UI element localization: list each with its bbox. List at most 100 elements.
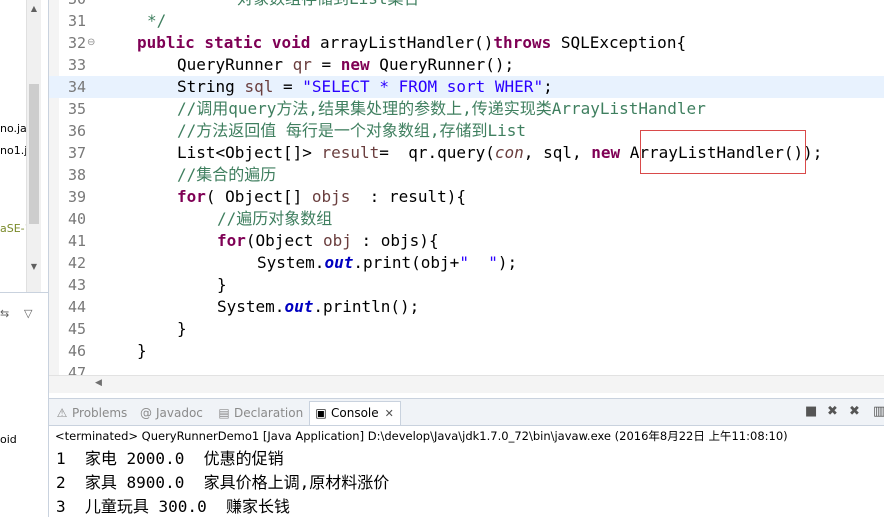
line-number: 44 bbox=[67, 298, 86, 316]
line-number: 41 bbox=[67, 232, 86, 250]
code-variable: objs bbox=[311, 187, 351, 206]
code-comment: //调用query方法,结果集处理的参数上,传递实现类ArrayListHand… bbox=[177, 99, 706, 118]
code-text: } bbox=[217, 275, 227, 294]
code-line: 41 for(Object obj : objs){ bbox=[49, 230, 884, 252]
code-comment: //集合的遍历 bbox=[177, 165, 277, 184]
code-line: 32 ⊖ public static void arrayListHandler… bbox=[49, 32, 884, 54]
tab-label: Javadoc bbox=[156, 406, 203, 420]
link-icon[interactable]: ⇆ bbox=[0, 307, 9, 320]
code-field: out bbox=[324, 253, 354, 272]
code-variable: obj bbox=[322, 231, 352, 250]
code-line: 30 对象数组存储到List集合 bbox=[49, 0, 884, 10]
code-text: QueryRunner(); bbox=[369, 55, 515, 74]
line-number: 43 bbox=[67, 276, 86, 294]
line-number: 34 bbox=[67, 78, 86, 96]
code-text: = qr.query( bbox=[379, 143, 495, 162]
code-line: 45 } bbox=[49, 318, 884, 340]
line-number: 31 bbox=[67, 12, 86, 30]
code-text: .print(obj+ bbox=[353, 253, 460, 272]
declaration-icon: ▤ bbox=[218, 406, 230, 420]
line-number: 37 bbox=[67, 144, 86, 162]
code-text: List<Object[]> bbox=[177, 143, 322, 162]
code-text: = bbox=[273, 77, 303, 96]
code-keyword: for bbox=[177, 187, 206, 206]
code-string: " " bbox=[459, 253, 498, 272]
code-keyword: throws bbox=[493, 33, 552, 52]
tree-vertical-scrollbar[interactable]: ▲ ▼ bbox=[26, 0, 41, 292]
console-icon: ▣ bbox=[315, 406, 327, 420]
scroll-left-icon[interactable]: ◀ bbox=[95, 378, 102, 388]
code-line: 43 } bbox=[49, 274, 884, 296]
javadoc-icon: @ bbox=[140, 406, 152, 420]
method-name: arrayListHandler() bbox=[310, 33, 494, 52]
tab-label: Declaration bbox=[234, 406, 304, 420]
code-field: con bbox=[494, 143, 524, 162]
line-number: 33 bbox=[67, 56, 86, 74]
code-text: } bbox=[177, 319, 187, 338]
line-number: 47 bbox=[67, 364, 86, 375]
remove-all-icon[interactable]: ✖ bbox=[849, 404, 860, 419]
line-number: 39 bbox=[67, 188, 86, 206]
code-comment: */ bbox=[147, 11, 167, 30]
code-keyword: public static void bbox=[137, 33, 311, 52]
code-keyword: new bbox=[340, 55, 370, 74]
outline-item[interactable]: oid bbox=[0, 433, 17, 446]
code-text: ); bbox=[497, 253, 518, 272]
line-number: 46 bbox=[67, 342, 86, 360]
code-line-current: 34 String sql = "SELECT * FROM sort WHER… bbox=[49, 76, 884, 98]
code-line: 42 System.out.print(obj+" "); bbox=[49, 252, 884, 274]
code-line: 35 //调用query方法,结果集处理的参数上,传递实现类ArrayListH… bbox=[49, 98, 884, 120]
annotation-highlight-box bbox=[640, 130, 806, 174]
problems-icon: ⚠ bbox=[56, 406, 68, 420]
line-number: 45 bbox=[67, 320, 86, 338]
stop-icon[interactable]: ■ bbox=[805, 404, 817, 419]
code-line: 47 bbox=[49, 362, 884, 375]
scroll-thumb[interactable] bbox=[29, 84, 39, 224]
remove-launch-icon[interactable]: ✖ bbox=[827, 404, 838, 419]
fold-collapse-icon[interactable]: ⊖ bbox=[87, 32, 95, 54]
tab-javadoc[interactable]: @ Javadoc bbox=[139, 403, 203, 423]
line-number: 36 bbox=[67, 122, 86, 140]
package-explorer-panel: no.jav no1.ja aSE-1 ▲ ▼ ⇆ ▽ oid bbox=[0, 0, 49, 517]
code-text: System. bbox=[217, 297, 285, 316]
code-variable: qr bbox=[292, 55, 312, 74]
view-toolbar-icon[interactable]: ▥ bbox=[873, 404, 884, 419]
code-variable: sql bbox=[244, 77, 274, 96]
line-number: 42 bbox=[67, 254, 86, 272]
tab-declaration[interactable]: ▤ Declaration bbox=[217, 403, 303, 423]
view-tab-bar: ⚠ Problems @ Javadoc ▤ Declaration ▣ Console… bbox=[49, 399, 884, 426]
code-text: ( Object[] bbox=[205, 187, 312, 206]
scroll-down-icon[interactable]: ▼ bbox=[27, 260, 41, 274]
console-output-line: 3 儿童玩具 300.0 赚家长钱 bbox=[56, 497, 290, 516]
code-text: : objs){ bbox=[351, 231, 439, 250]
tab-console[interactable]: ▣ Console ✕ bbox=[309, 401, 401, 425]
code-text: } bbox=[137, 341, 147, 360]
code-text: = bbox=[311, 55, 341, 74]
scroll-up-icon[interactable]: ▲ bbox=[27, 2, 41, 16]
code-text: .println(); bbox=[313, 297, 420, 316]
line-number: 38 bbox=[67, 166, 86, 184]
line-number: 30 bbox=[59, 0, 86, 10]
code-comment: 对象数组存储到List集合 bbox=[237, 0, 420, 10]
view-menu-icon[interactable]: ▽ bbox=[24, 307, 32, 320]
close-icon[interactable]: ✕ bbox=[385, 407, 394, 420]
console-output-line: 1 家电 2000.0 优惠的促销 bbox=[56, 449, 284, 468]
code-text: System. bbox=[257, 253, 325, 272]
code-text: SQLException{ bbox=[551, 33, 687, 52]
code-line: 44 System.out.println(); bbox=[49, 296, 884, 318]
tab-problems[interactable]: ⚠ Problems bbox=[55, 403, 128, 423]
code-variable: result bbox=[321, 143, 380, 162]
code-line: 39 for( Object[] objs : result){ bbox=[49, 186, 884, 208]
code-editor[interactable]: 30 对象数组存储到List集合 31 */ 32 ⊖ public stati… bbox=[49, 0, 884, 375]
line-number: 32 bbox=[67, 34, 86, 52]
code-line: 31 */ bbox=[49, 10, 884, 32]
code-text: , sql, bbox=[523, 143, 592, 162]
editor-horizontal-scrollbar[interactable]: ◀ bbox=[49, 375, 884, 393]
line-number: 40 bbox=[67, 210, 86, 228]
tab-label: Console bbox=[331, 406, 379, 420]
code-line: 46 } bbox=[49, 340, 884, 362]
code-text: : result){ bbox=[350, 187, 466, 206]
console-output-line: 2 家具 8900.0 家具价格上调,原材料涨价 bbox=[56, 473, 390, 492]
console-status: <terminated> QueryRunnerDemo1 [Java Appl… bbox=[55, 429, 788, 443]
package-tree: no.jav no1.ja aSE-1 ▲ ▼ bbox=[0, 0, 41, 292]
